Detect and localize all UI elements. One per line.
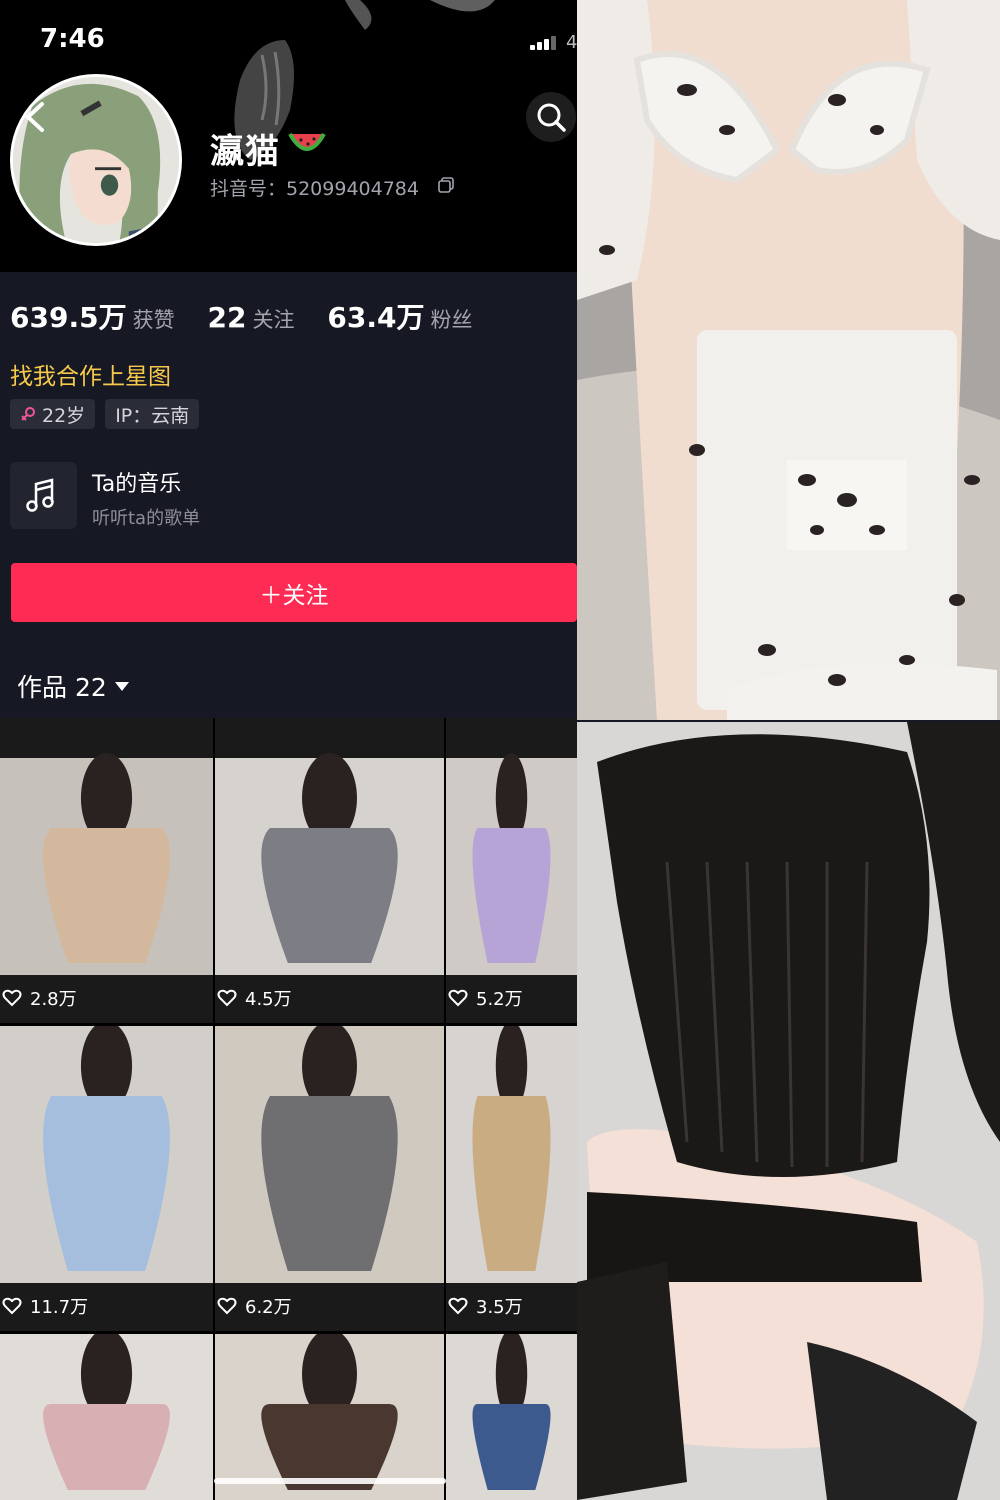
search-icon <box>537 103 566 132</box>
like-count-text: 4.5万 <box>245 989 292 1010</box>
work-thumbnail-image <box>0 753 213 975</box>
profile-name: 瀛猫 <box>210 132 280 172</box>
heart-icon <box>217 989 237 1007</box>
ip-label: IP：云南 <box>115 404 190 427</box>
photo-white-outfit <box>577 0 1000 720</box>
photo-white-outfit-image <box>577 0 1000 720</box>
work-thumbnail[interactable] <box>446 1334 577 1500</box>
followers-count[interactable]: 63.4万 <box>327 301 424 334</box>
search-button[interactable] <box>526 92 576 142</box>
music-title: Ta的音乐 <box>92 472 182 497</box>
profile-screen: 7:46 4 瀛猫 抖音号：52099404784 639.5万 获赞 22 关… <box>0 0 577 1500</box>
like-count: 4.5万 <box>217 985 292 1011</box>
profile-header: 7:46 4 瀛猫 抖音号：52099404784 <box>0 0 577 272</box>
photo-black-outfit-image <box>577 722 1000 1500</box>
work-thumbnail-image <box>215 753 444 975</box>
back-icon[interactable] <box>22 100 48 134</box>
battery-level: 4 <box>566 32 577 53</box>
follow-button[interactable]: ＋关注 <box>11 563 577 622</box>
work-thumbnail[interactable]: 2.8万 <box>0 718 213 1023</box>
work-thumbnail[interactable]: 4.5万 <box>215 718 444 1023</box>
age-tag: 22岁 <box>10 399 96 429</box>
heart-icon <box>2 1297 22 1315</box>
watermelon-icon <box>288 132 326 151</box>
heart-icon <box>2 989 22 1007</box>
like-count: 2.8万 <box>2 985 77 1011</box>
likes-count: 639.5万 <box>10 301 127 334</box>
profile-bio: 找我合作上星图 <box>10 364 171 390</box>
likes-label: 获赞 <box>132 308 175 332</box>
work-thumbnail-image <box>0 1026 213 1283</box>
following-count[interactable]: 22 <box>207 301 246 334</box>
work-thumbnail-image <box>446 1334 577 1500</box>
heart-icon <box>217 1297 237 1315</box>
like-count-text: 11.7万 <box>30 1297 89 1318</box>
tab-works[interactable]: 作品 22 <box>17 668 129 704</box>
photo-black-outfit <box>577 722 1000 1500</box>
work-thumbnail-image <box>446 1026 577 1283</box>
work-thumbnail-image <box>215 1026 444 1283</box>
like-count: 5.2万 <box>448 985 523 1011</box>
work-thumbnail[interactable]: 11.7万 <box>0 1026 213 1331</box>
like-count-text: 6.2万 <box>245 1297 292 1318</box>
work-thumbnail[interactable] <box>215 1334 444 1500</box>
home-indicator <box>214 1478 446 1484</box>
work-thumbnail-image <box>0 1334 213 1500</box>
work-thumbnail[interactable]: 3.5万 <box>446 1026 577 1331</box>
like-count: 3.5万 <box>448 1293 523 1319</box>
followers-label[interactable]: 粉丝 <box>430 308 472 332</box>
music-subtitle: 听听ta的歌单 <box>92 508 201 529</box>
female-icon <box>21 407 35 421</box>
profile-tags: 22岁 IP：云南 <box>10 399 200 429</box>
chevron-down-icon <box>114 681 129 691</box>
ip-tag: IP：云南 <box>105 399 200 429</box>
profile-stats: 639.5万 获赞 22 关注 63.4万 粉丝 <box>10 296 496 336</box>
like-count: 11.7万 <box>2 1293 88 1319</box>
heart-icon <box>448 1297 468 1315</box>
work-thumbnail-image <box>215 1334 444 1500</box>
age-label: 22岁 <box>42 404 86 427</box>
works-tab-label: 作品 22 <box>17 673 107 702</box>
work-thumbnail[interactable] <box>0 1334 213 1500</box>
work-thumbnail-image <box>446 753 577 975</box>
status-time: 7:46 <box>40 24 105 54</box>
works-grid: 2.8万 4.5万 5.2万 11.7万 6.2万 3.5万 <box>0 718 577 1500</box>
douyin-id: 抖音号：52099404784 <box>210 178 419 200</box>
like-count: 6.2万 <box>217 1293 292 1319</box>
music-entry[interactable]: Ta的音乐 听听ta的歌单 <box>10 462 570 530</box>
copy-icon[interactable] <box>438 177 454 193</box>
work-thumbnail[interactable]: 6.2万 <box>215 1026 444 1331</box>
following-label[interactable]: 关注 <box>252 308 294 332</box>
like-count-text: 3.5万 <box>476 1297 523 1318</box>
signal-icon <box>530 36 562 50</box>
like-count-text: 5.2万 <box>476 989 523 1010</box>
work-thumbnail[interactable]: 5.2万 <box>446 718 577 1023</box>
heart-icon <box>448 989 468 1007</box>
music-note-icon <box>26 478 54 512</box>
music-icon-box <box>10 462 77 529</box>
like-count-text: 2.8万 <box>30 989 77 1010</box>
